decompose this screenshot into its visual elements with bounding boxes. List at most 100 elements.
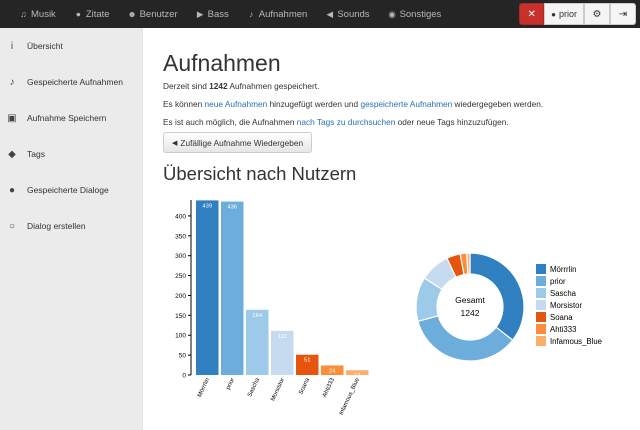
- sidebar-item-3[interactable]: ◆ Tags: [0, 136, 143, 172]
- bar: [196, 200, 219, 375]
- music-icon: ♫: [20, 9, 27, 19]
- nav-menu: ♫ Musik ● Zitate ☻ Benutzer ▶ Bass ♪ Aufnahmen ◀ So…: [0, 0, 450, 28]
- nav-item-zitate[interactable]: ● Zitate: [65, 0, 119, 28]
- play-circle-icon: ▶: [196, 8, 204, 19]
- recordings-info-text: Es können neue Aufnahmen hinzugefügt wer…: [163, 99, 543, 109]
- nav-item-label: Benutzer: [139, 8, 178, 20]
- bar: [246, 309, 269, 375]
- legend-label: Mörrrlin: [550, 265, 576, 274]
- x-tick-label: Infamous_Blue: [339, 377, 362, 416]
- nav-item-label: Musik: [31, 8, 56, 20]
- count-prefix: Derzeit sind: [163, 81, 210, 91]
- nav-item-label: Sounds: [337, 8, 370, 20]
- x-tick-label: Ahti333: [322, 377, 336, 399]
- legend-swatch: [536, 336, 546, 346]
- nav-item-label: Sonstiges: [399, 8, 442, 20]
- bar-chart: 0 50 100 150 200 250 300 350 400 439 Mörrrlin 436 pr…: [175, 200, 369, 416]
- gears-icon: ⚙: [592, 8, 602, 20]
- bar-value-label: 164: [252, 313, 262, 319]
- y-tick-label: 400: [175, 213, 186, 220]
- donut-slice: [466, 252, 471, 275]
- donut-chart: Gesamt 1242 Mörrrlin prior Sascha Morsistor So…: [415, 252, 602, 362]
- tags-prefix: Es ist auch möglich, die Aufnahmen: [163, 117, 297, 127]
- page-title: Aufnahmen: [163, 50, 281, 76]
- legend-swatch: [536, 324, 546, 334]
- nav-item-label: Aufnahmen: [258, 8, 308, 20]
- volume-icon: ◀: [326, 8, 334, 19]
- comment-icon: ●: [75, 9, 81, 19]
- sidebar-item-label: Übersicht: [27, 41, 63, 51]
- count-suffix: Aufnahmen gespeichert.: [227, 81, 320, 91]
- random-recording-button[interactable]: ◀ Zufällige Aufnahme Wiedergeben: [163, 132, 313, 153]
- y-tick-label: 200: [175, 293, 186, 300]
- legend-swatch: [536, 264, 546, 274]
- saved-recordings-link[interactable]: gespeicherte Aufnahmen: [360, 99, 452, 109]
- bar-value-label: 51: [304, 358, 310, 364]
- donut-center-value: 1242: [461, 308, 480, 318]
- y-tick-label: 150: [175, 313, 186, 320]
- settings-button[interactable]: ⚙: [584, 3, 610, 25]
- sign-out-icon: ⇥: [618, 8, 628, 20]
- nav-item-sonstiges[interactable]: ◉ Sonstiges: [379, 0, 451, 28]
- y-tick-label: 350: [175, 233, 186, 240]
- tags-info-text: Es ist auch möglich, die Aufnahmen nach …: [163, 117, 509, 127]
- sidebar-item-label: Tags: [27, 149, 45, 159]
- mute-button[interactable]: ✕: [519, 3, 545, 25]
- nav-item-aufnahmen[interactable]: ♪ Aufnahmen: [238, 0, 317, 28]
- search-tags-link[interactable]: nach Tags zu durchsuchen: [297, 117, 396, 127]
- sidebar-item-5[interactable]: ○ Dialog erstellen: [0, 208, 143, 244]
- nav-item-sounds[interactable]: ◀ Sounds: [316, 0, 378, 28]
- legend-label: Sascha: [550, 289, 577, 298]
- recording-count-text: Derzeit sind 1242 Aufnahmen gespeichert.: [163, 81, 319, 91]
- new-recordings-link[interactable]: neue Aufnahmen: [205, 99, 268, 109]
- microphone-icon: ♪: [249, 9, 254, 19]
- sidebar-item-4[interactable]: ● Gespeicherte Dialoge: [0, 172, 143, 208]
- info-suffix: wiedergegeben werden.: [452, 99, 544, 109]
- legend-label: Soana: [550, 313, 573, 322]
- x-tick-label: prior: [226, 377, 237, 390]
- info-prefix: Es können: [163, 99, 205, 109]
- sidebar-item-1[interactable]: ♪ Gespeicherte Aufnahmen: [0, 64, 143, 100]
- legend-label: Ahti333: [550, 325, 576, 334]
- sidebar-item-2[interactable]: ▣ Aufnahme Speichern: [0, 100, 143, 136]
- legend-swatch: [536, 300, 546, 310]
- info-icon: i: [10, 40, 14, 52]
- user-name: prior: [558, 9, 577, 19]
- legend-swatch: [536, 288, 546, 298]
- legend-swatch: [536, 276, 546, 286]
- recording-count: 1242: [209, 81, 228, 91]
- random-recording-label: Zufällige Aufnahme Wiedergeben: [180, 137, 304, 148]
- y-tick-label: 0: [182, 373, 186, 380]
- nav-item-bass[interactable]: ▶ Bass: [187, 0, 238, 28]
- nav-item-label: Zitate: [85, 8, 110, 20]
- nav-item-musik[interactable]: ♫ Musik: [10, 0, 65, 28]
- sidebar-item-label: Gespeicherte Aufnahmen: [27, 77, 123, 87]
- tags-suffix: oder neue Tags hinzuzufügen.: [395, 117, 509, 127]
- tags-icon: ◆: [8, 148, 16, 160]
- volume-icon: ◀: [172, 139, 178, 147]
- y-tick-label: 300: [175, 253, 186, 260]
- sidebar-item-0[interactable]: i Übersicht: [0, 28, 143, 64]
- x-tick-label: Sascha: [247, 377, 261, 398]
- donut-center-label: Gesamt: [455, 295, 485, 305]
- sidebar: i Übersicht ♪ Gespeicherte Aufnahmen ▣ Aufnah…: [0, 28, 143, 430]
- bar-value-label: 436: [227, 205, 237, 211]
- bar-value-label: 439: [202, 203, 212, 209]
- y-tick-label: 100: [175, 333, 186, 340]
- sidebar-item-label: Gespeicherte Dialoge: [27, 185, 109, 195]
- bar-value-label: 111: [278, 334, 287, 340]
- legend-label: Infamous_Blue: [550, 337, 602, 346]
- user-icon: ●: [551, 9, 556, 19]
- sidebar-item-label: Dialog erstellen: [27, 221, 86, 231]
- x-tick-label: Morsistor: [270, 377, 286, 402]
- x-tick-label: Mörrrlin: [197, 377, 211, 398]
- logout-button[interactable]: ⇥: [610, 3, 636, 25]
- nav-item-benutzer[interactable]: ☻ Benutzer: [119, 0, 187, 28]
- top-navbar: ♫ Musik ● Zitate ☻ Benutzer ▶ Bass ♪ Aufnahmen ◀ So…: [0, 0, 640, 28]
- y-tick-label: 50: [179, 353, 187, 360]
- comment-icon: ○: [8, 220, 16, 232]
- user-button[interactable]: ● prior: [544, 3, 584, 25]
- legend-label: prior: [550, 277, 566, 286]
- bar-value-label: 24: [329, 368, 336, 374]
- y-tick-label: 250: [175, 273, 186, 280]
